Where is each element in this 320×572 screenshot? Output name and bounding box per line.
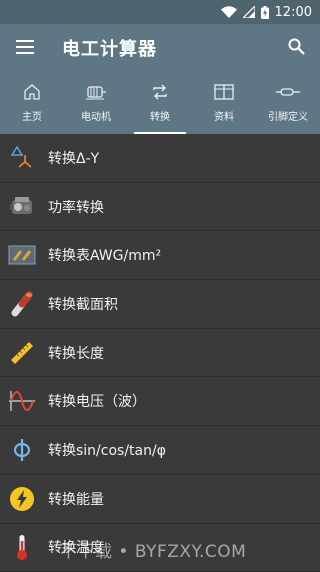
search-button[interactable] [282,34,310,62]
tab-bar: 主页 电动机 转换 资料 引脚定义 [0,72,320,134]
tab-convert[interactable]: 转换 [128,72,192,134]
list-item-awg[interactable]: 转换表AWG/mm² [0,231,320,280]
list-item-label: 转换能量 [48,489,104,509]
list-item-label: 转换长度 [48,343,104,363]
wifi-icon [221,6,237,18]
tab-convert-label: 转换 [150,108,170,123]
list-item-label: 转换sin/cos/tan/φ [48,440,166,460]
tab-motor[interactable]: 电动机 [64,72,128,134]
conversion-list: 转换Δ-Y 功率转换 转换表AWG/mm² 转换截面积 转换长度 转换电压（波） [0,134,320,572]
list-item-cross-section[interactable]: 转换截面积 [0,280,320,329]
engine-icon [0,195,44,219]
tab-pins[interactable]: 引脚定义 [256,72,320,134]
list-item-energy[interactable]: 转换能量 [0,475,320,524]
home-icon [23,82,41,102]
tab-home-label: 主页 [22,108,42,123]
list-item-power[interactable]: 功率转换 [0,183,320,232]
list-item-label: 转换电压（波） [48,391,146,411]
tab-pins-label: 引脚定义 [268,108,308,123]
list-item-voltage[interactable]: 转换电压（波） [0,377,320,426]
signal-icon [243,6,255,18]
list-item-label: 功率转换 [48,197,104,217]
book-icon [214,82,234,102]
list-item-delta-y[interactable]: 转换Δ-Y [0,134,320,183]
list-item-length[interactable]: 转换长度 [0,329,320,378]
cable-cross-section-icon [0,291,44,317]
list-item-trig[interactable]: 转换sin/cos/tan/φ [0,426,320,475]
sine-wave-icon [0,389,44,413]
phi-icon [0,437,44,463]
motor-icon [85,82,107,102]
menu-button[interactable] [0,24,50,72]
status-time: 12:00 [275,5,312,20]
tab-docs-label: 资料 [214,108,234,123]
lightning-icon [0,486,44,512]
status-bar: 12:00 [0,0,320,24]
app-bar: 电工计算器 [0,24,320,72]
list-item-label: 转换Δ-Y [48,148,99,168]
list-item-label: 转换表AWG/mm² [48,245,161,265]
pin-icon [276,82,300,102]
list-item-label: 转换温度 [48,537,104,557]
list-item-temperature[interactable]: 转换温度 [0,524,320,572]
battery-icon [261,6,269,19]
wire-gauge-icon [0,244,44,266]
ruler-icon [0,340,44,366]
list-item-label: 转换截面积 [48,294,118,314]
thermometer-icon [0,533,44,561]
delta-star-icon [0,145,44,171]
tab-motor-label: 电动机 [81,108,111,123]
app-title: 电工计算器 [62,35,157,61]
search-icon [288,38,305,59]
convert-icon [151,82,169,102]
hamburger-icon [16,39,34,58]
tab-docs[interactable]: 资料 [192,72,256,134]
tab-home[interactable]: 主页 [0,72,64,134]
